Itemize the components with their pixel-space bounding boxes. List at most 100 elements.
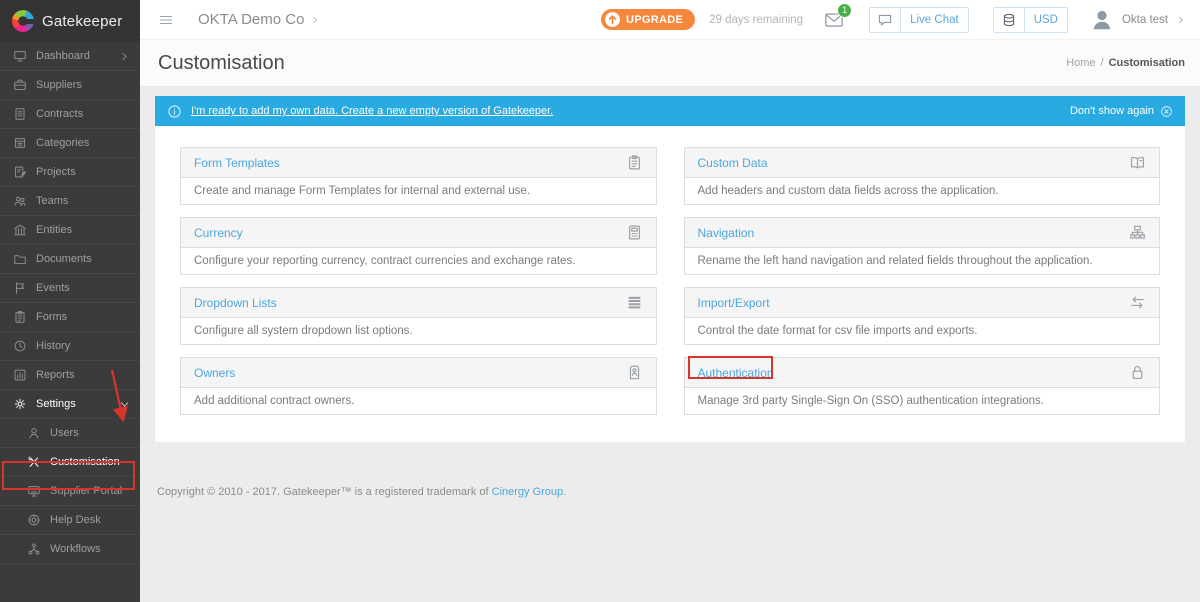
logo-text: Gatekeeper	[42, 12, 123, 30]
card-title-link[interactable]: Import/Export	[698, 296, 770, 310]
clipboard-icon	[13, 310, 27, 324]
calculator-icon	[626, 224, 643, 241]
sidebar: Gatekeeper Dashboard Suppliers Contracts Ca…	[0, 0, 140, 602]
settings-cards-grid: Form Templates Create and manage Form Tem…	[180, 147, 1160, 415]
card-title-link[interactable]: Navigation	[698, 226, 755, 240]
chart-icon	[13, 368, 27, 382]
card-description: Rename the left hand navigation and rela…	[697, 255, 1093, 267]
card-description: Configure your reporting currency, contr…	[194, 255, 576, 267]
card-title-link[interactable]: Owners	[194, 366, 235, 380]
card-title-link[interactable]: Form Templates	[194, 156, 280, 170]
sidebar-item-label: Projects	[36, 166, 76, 178]
card-header: Authentication	[684, 358, 1159, 388]
user-name: Okta test	[1121, 13, 1168, 26]
card-owners: Owners Add additional contract owners.	[180, 357, 657, 415]
sidebar-item-history[interactable]: History	[0, 332, 140, 361]
titlebar: Customisation Home / Customisation	[140, 40, 1200, 87]
sidebar-item-label: History	[36, 340, 71, 352]
card-header: Import/Export	[684, 288, 1159, 318]
card-title-link[interactable]: Dropdown Lists	[194, 296, 277, 310]
sidebar-item-label: Entities	[36, 224, 73, 236]
chevron-right-icon	[310, 15, 320, 25]
notifications-envelope-icon[interactable]: 1	[823, 2, 853, 30]
currency-button[interactable]: USD	[992, 6, 1068, 33]
lock-icon	[1129, 364, 1146, 381]
banner-link[interactable]: I'm ready to add my own data. Create a n…	[191, 105, 553, 117]
book-icon	[1129, 154, 1146, 171]
sidebar-item-reports[interactable]: Reports	[0, 361, 140, 390]
sidebar-item-teams[interactable]: Teams	[0, 187, 140, 216]
user-icon	[27, 426, 41, 440]
page-body: I'm ready to add my own data. Create a n…	[140, 87, 1200, 602]
cinergy-group-link[interactable]: Cinergy Group.	[492, 486, 567, 498]
sidebar-item-label: Users	[50, 427, 79, 439]
sidebar-item-users[interactable]: Users	[0, 419, 140, 448]
company-name: OKTA Demo Co	[198, 11, 305, 28]
sidebar-item-label: Dashboard	[36, 50, 90, 62]
sidebar-nav: Dashboard Suppliers Contracts Categories Pro…	[0, 42, 140, 564]
teams-icon	[13, 194, 27, 208]
settings-panel: Form Templates Create and manage Form Tem…	[155, 126, 1185, 442]
sidebar-item-label: Events	[36, 282, 70, 294]
card-title-link[interactable]: Authentication	[698, 366, 774, 380]
card-header: Form Templates	[181, 148, 656, 178]
main-area: OKTA Demo Co UPGRADE 29 days remaining 1…	[140, 0, 1200, 602]
tools-icon	[27, 455, 41, 469]
app-window: Gatekeeper Dashboard Suppliers Contracts Ca…	[0, 0, 1200, 602]
sidebar-item-dashboard[interactable]: Dashboard	[0, 42, 140, 71]
bank-icon	[13, 223, 27, 237]
card-authentication: Authentication Manage 3rd party Single-Si…	[683, 357, 1160, 415]
card-import-export: Import/Export Control the date format for…	[683, 287, 1160, 345]
sidebar-item-workflows[interactable]: Workflows	[0, 535, 140, 564]
sidebar-item-label: Help Desk	[50, 514, 101, 526]
sidebar-item-documents[interactable]: Documents	[0, 245, 140, 274]
sitemap-icon	[1129, 224, 1146, 241]
sidebar-item-help-desk[interactable]: Help Desk	[0, 506, 140, 535]
breadcrumb-home-link[interactable]: Home	[1066, 57, 1095, 69]
copyright: Copyright © 2010 - 2017. Gatekeeper™ is …	[157, 486, 1185, 498]
sidebar-item-categories[interactable]: Categories	[0, 129, 140, 158]
user-avatar-icon	[1090, 8, 1114, 32]
chevron-right-icon	[119, 51, 130, 62]
topbar: OKTA Demo Co UPGRADE 29 days remaining 1…	[140, 0, 1200, 40]
card-header: Owners	[181, 358, 656, 388]
upgrade-label: UPGRADE	[626, 13, 684, 26]
card-description: Add additional contract owners.	[194, 395, 355, 407]
currency-label: USD	[1023, 7, 1067, 32]
briefcase-icon	[13, 78, 27, 92]
card-dropdown-lists: Dropdown Lists Configure all system dropd…	[180, 287, 657, 345]
sidebar-item-label: Documents	[36, 253, 92, 265]
live-chat-button[interactable]: Live Chat	[869, 6, 969, 33]
clipboard-icon	[626, 154, 643, 171]
gatekeeper-logo-icon	[12, 10, 35, 32]
hamburger-icon[interactable]	[158, 12, 174, 28]
sidebar-item-suppliers[interactable]: Suppliers	[0, 71, 140, 100]
card-description: Configure all system dropdown list optio…	[194, 325, 413, 337]
banner-dismiss-button[interactable]: Don't show again	[1070, 105, 1173, 118]
card-title-link[interactable]: Currency	[194, 226, 243, 240]
company-switcher[interactable]: OKTA Demo Co	[198, 11, 320, 28]
sidebar-item-forms[interactable]: Forms	[0, 303, 140, 332]
sidebar-item-contracts[interactable]: Contracts	[0, 100, 140, 129]
sidebar-item-label: Contracts	[36, 108, 84, 120]
trial-remaining-text: 29 days remaining	[709, 13, 804, 26]
sidebar-item-entities[interactable]: Entities	[0, 216, 140, 245]
sidebar-item-supplier-portal[interactable]: Supplier Portal	[0, 477, 140, 506]
folder-icon	[13, 252, 27, 266]
info-circle-icon	[167, 104, 182, 119]
contract-icon	[13, 107, 27, 121]
chevron-down-icon	[119, 399, 130, 410]
user-menu[interactable]: Okta test	[1090, 8, 1186, 32]
card-description: Control the date format for csv file imp…	[697, 325, 978, 337]
sidebar-item-customisation[interactable]: Customisation	[0, 448, 140, 477]
sidebar-item-projects[interactable]: Projects	[0, 158, 140, 187]
card-header: Navigation	[684, 218, 1159, 248]
sidebar-item-events[interactable]: Events	[0, 274, 140, 303]
card-description: Create and manage Form Templates for int…	[194, 185, 531, 197]
dismiss-label: Don't show again	[1069, 105, 1154, 117]
card-currency: Currency Configure your reporting currenc…	[180, 217, 657, 275]
card-title-link[interactable]: Custom Data	[698, 156, 768, 170]
arrow-up-circle-icon	[604, 11, 621, 28]
sidebar-item-settings[interactable]: Settings	[0, 390, 140, 419]
upgrade-button[interactable]: UPGRADE	[601, 9, 696, 30]
